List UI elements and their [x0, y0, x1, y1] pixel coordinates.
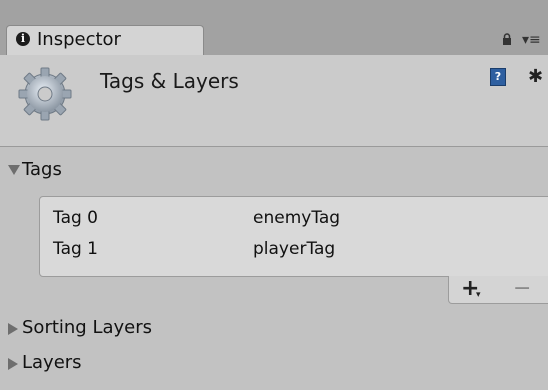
- help-icon[interactable]: ?: [490, 68, 506, 86]
- gear-icon: [18, 67, 72, 121]
- tag-list: Tag 0 enemyTag Tag 1 playerTag: [39, 196, 548, 277]
- tag-name: Tag 1: [53, 239, 98, 259]
- window-menu-icon[interactable]: ▾≡: [522, 33, 548, 47]
- foldout-layers-label: Layers: [22, 352, 82, 373]
- tab-inspector-label: Inspector: [37, 29, 121, 50]
- dropdown-caret-icon: ▾: [476, 290, 481, 300]
- foldout-tags-label: Tags: [22, 159, 62, 180]
- tag-value-field[interactable]: enemyTag: [253, 208, 340, 228]
- page-title: Tags & Layers: [100, 69, 239, 93]
- tab-bar: i Inspector ▾≡: [0, 0, 548, 55]
- tag-value-field[interactable]: playerTag: [253, 239, 335, 259]
- collapsed-arrow-icon: [8, 323, 18, 335]
- remove-tag-button[interactable]: −: [513, 276, 531, 301]
- lock-icon[interactable]: [502, 33, 512, 45]
- foldout-tags[interactable]: Tags: [0, 157, 548, 185]
- list-item[interactable]: Tag 0 enemyTag: [40, 204, 548, 234]
- settings-gear-icon[interactable]: ✱: [528, 66, 543, 87]
- info-icon: i: [16, 32, 30, 46]
- foldout-sorting-layers[interactable]: Sorting Layers: [0, 315, 548, 343]
- tag-name: Tag 0: [53, 208, 98, 228]
- list-item[interactable]: Tag 1 playerTag: [40, 235, 548, 265]
- foldout-sorting-layers-label: Sorting Layers: [22, 317, 153, 338]
- expanded-arrow-icon: [8, 165, 20, 175]
- tab-inspector[interactable]: i Inspector: [6, 25, 204, 55]
- inspector-header: Tags & Layers ? ✱: [0, 55, 548, 147]
- foldout-layers[interactable]: Layers: [0, 350, 548, 378]
- collapsed-arrow-icon: [8, 358, 18, 370]
- list-footer: + ▾ −: [448, 276, 548, 304]
